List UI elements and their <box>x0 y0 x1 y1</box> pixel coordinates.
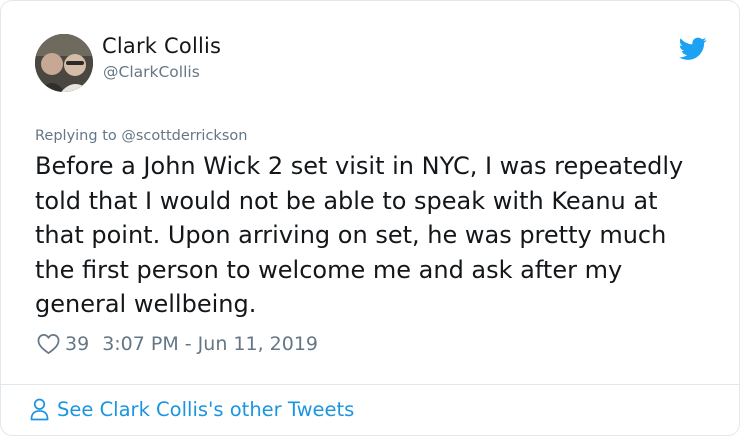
footer-divider <box>1 384 739 385</box>
embedded-tweet-card: Clark Collis @ClarkCollis Replying to @s… <box>0 0 740 436</box>
author-name[interactable]: Clark Collis <box>102 34 221 58</box>
other-tweets-label[interactable]: See Clark Collis's other Tweets <box>57 398 354 421</box>
tweet-text: Before a John Wick 2 set visit in NYC, I… <box>35 152 684 318</box>
reply-context: Replying to @scottderrickson <box>35 128 247 144</box>
tweet-meta: 39 3:07 PM - Jun 11, 2019 <box>37 332 318 356</box>
tweet-timestamp[interactable]: 3:07 PM - Jun 11, 2019 <box>102 333 318 355</box>
other-tweets-link[interactable]: See Clark Collis's other Tweets <box>30 398 354 421</box>
avatar[interactable] <box>35 34 93 92</box>
reply-prefix: Replying to <box>35 128 122 144</box>
twitter-bird-icon[interactable] <box>679 37 707 61</box>
reply-mention-link[interactable]: @scottderrickson <box>121 128 247 144</box>
person-icon <box>30 398 49 421</box>
heart-icon[interactable] <box>37 333 60 355</box>
author-handle[interactable]: @ClarkCollis <box>103 63 200 81</box>
like-count[interactable]: 39 <box>65 333 89 355</box>
avatar-photo <box>35 34 93 92</box>
